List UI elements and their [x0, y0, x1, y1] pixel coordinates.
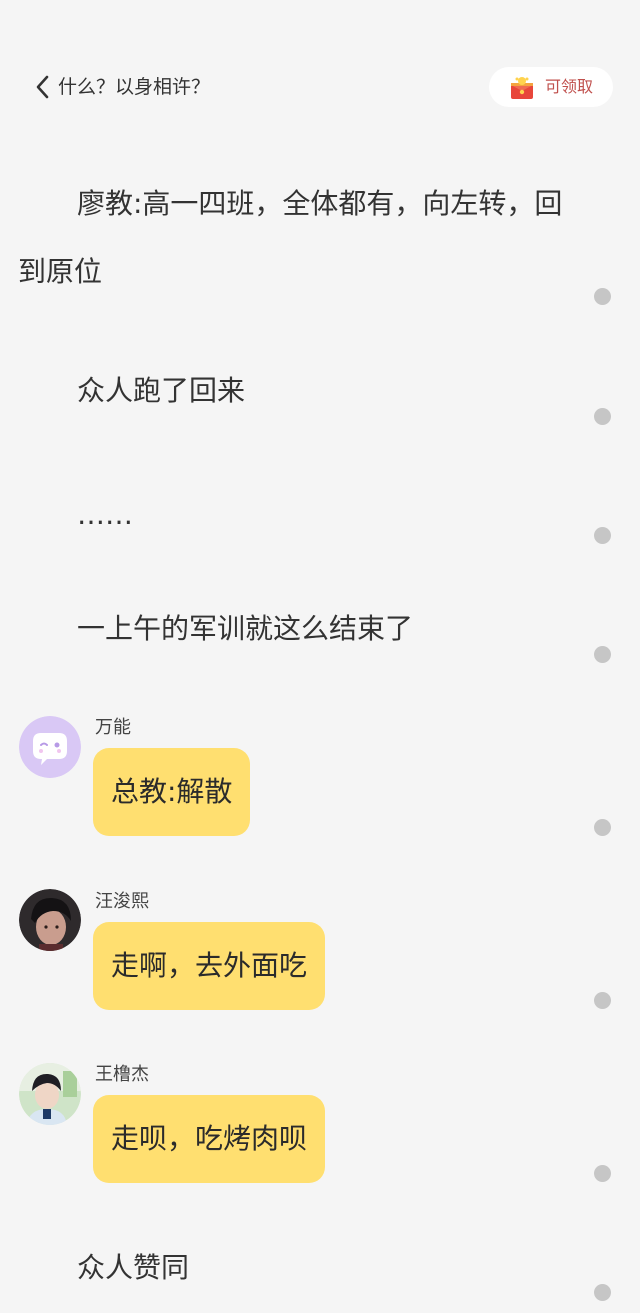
narration-line: 众人跑了回来: [77, 374, 246, 407]
sender-name: 万能: [95, 717, 131, 738]
page-title: 什么？以身相许？: [58, 76, 211, 98]
paragraph-comment-dot[interactable]: [594, 992, 611, 1009]
paragraph-comment-dot[interactable]: [594, 819, 611, 836]
narration-line: 一上午的军训就这么结束了: [77, 612, 414, 645]
narration-text: ……: [0, 481, 600, 549]
narration-text: 众人跑了回来: [0, 357, 600, 425]
message-bubble: 总教:解散: [93, 748, 251, 836]
narration-text: 一上午的军训就这么结束了: [0, 595, 600, 663]
chevron-left-icon: [36, 75, 49, 99]
paragraph-comment-dot[interactable]: [594, 1165, 611, 1182]
paragraph-comment-dot[interactable]: [594, 646, 611, 663]
narration-text: 众人赞同: [0, 1234, 600, 1302]
back-button[interactable]: [32, 74, 54, 100]
avatar[interactable]: [19, 716, 81, 778]
narration-line: 众人赞同: [77, 1251, 190, 1284]
paragraph-comment-dot[interactable]: [594, 408, 611, 425]
paragraph-comment-dot[interactable]: [594, 527, 611, 544]
top-bar: 什么？以身相许？ 可领取: [0, 0, 640, 150]
narration-line: ……: [77, 498, 133, 531]
chat-bubble-avatar-icon: [19, 716, 81, 778]
narration-text: 廖教:高一四班，全体都有，向左转，回到原位: [18, 187, 563, 288]
sender-name: 王橹杰: [95, 1064, 149, 1085]
sender-name: 汪浚熙: [95, 891, 149, 912]
paragraph-comment-dot[interactable]: [594, 288, 611, 305]
claim-reward-button[interactable]: 可领取: [489, 67, 613, 107]
message-bubble: 走啊，去外面吃: [93, 922, 326, 1010]
person-photo-avatar: [19, 1063, 81, 1125]
red-envelope-icon: [511, 77, 533, 99]
message-bubble: 走呗，吃烤肉呗: [93, 1095, 326, 1183]
avatar[interactable]: [19, 889, 81, 951]
person-photo-avatar: [19, 889, 81, 951]
paragraph-comment-dot[interactable]: [594, 1284, 611, 1301]
avatar[interactable]: [19, 1063, 81, 1125]
claim-reward-label: 可领取: [545, 77, 594, 96]
